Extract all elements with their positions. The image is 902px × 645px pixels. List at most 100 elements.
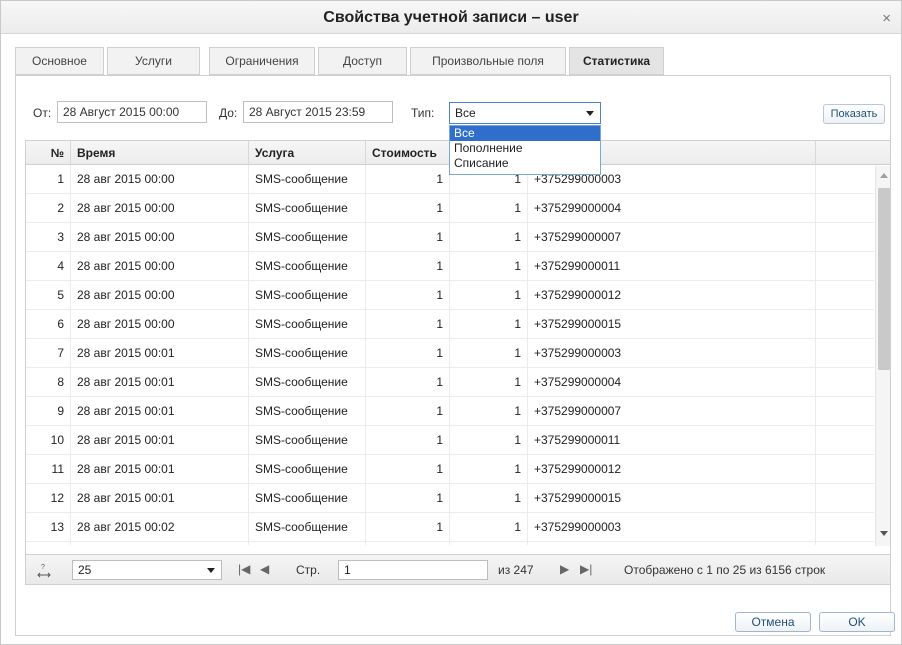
tab-services[interactable]: Услуги <box>107 47 200 75</box>
table-row[interactable]: 9 28 авг 2015 00:01 SMS-сообщение 1 1 +375299… <box>26 397 874 426</box>
cell-service: SMS-сообщение <box>249 252 366 281</box>
table-row[interactable]: 4 28 авг 2015 00:00 SMS-сообщение 1 1 +375299… <box>26 252 874 281</box>
cell-number: 9 <box>26 397 71 426</box>
close-icon[interactable]: × <box>882 10 891 27</box>
page-size-select[interactable]: 25 <box>72 560 222 580</box>
cell-service: SMS-сообщение <box>249 310 366 339</box>
column-time[interactable]: Время <box>71 141 249 165</box>
page-number-input[interactable]: 1 <box>338 560 488 580</box>
cell-time: 28 авг 2015 00:00 <box>71 310 249 339</box>
column-cost[interactable]: Стоимость <box>366 141 450 165</box>
table-body: 1 28 авг 2015 00:00 SMS-сообщение 1 1 +375299… <box>26 165 874 545</box>
cell-quantity: 1 <box>450 397 528 426</box>
ok-button[interactable]: OK <box>819 612 895 632</box>
table-row[interactable]: 13 28 авг 2015 00:02 SMS-сообщение 1 1 +37529… <box>26 513 874 542</box>
type-select[interactable]: Все <box>449 102 601 124</box>
tab-access[interactable]: Доступ <box>318 47 407 75</box>
cell-time: 28 авг 2015 00:00 <box>71 194 249 223</box>
cell-cost: 1 <box>366 484 450 513</box>
cancel-button[interactable]: Отмена <box>735 612 811 632</box>
cell-cost: 1 <box>366 455 450 484</box>
cell-quantity: 1 <box>450 455 528 484</box>
cell-details: +375299000004 <box>528 368 816 397</box>
statistics-table: № Время Услуга Стоимость 1 28 авг 2015 00… <box>25 140 891 560</box>
table-row[interactable]: 3 28 авг 2015 00:00 SMS-сообщение 1 1 +375299… <box>26 223 874 252</box>
cell-details: +375299000012 <box>528 281 816 310</box>
cell-number: 6 <box>26 310 71 339</box>
cell-details: +375299000007 <box>528 397 816 426</box>
table-row[interactable]: 8 28 авг 2015 00:01 SMS-сообщение 1 1 +375299… <box>26 368 874 397</box>
scroll-down-icon[interactable] <box>880 531 888 536</box>
table-row[interactable]: 12 28 авг 2015 00:01 SMS-сообщение 1 1 +37529… <box>26 484 874 513</box>
cell-time: 28 авг 2015 00:00 <box>71 281 249 310</box>
type-option-all[interactable]: Все <box>450 126 600 141</box>
vertical-scrollbar[interactable] <box>875 166 890 546</box>
cell-number: 14 <box>26 542 71 545</box>
cell-time: 28 авг 2015 00:00 <box>71 223 249 252</box>
cell-cost: 1 <box>366 426 450 455</box>
table-row[interactable]: 2 28 авг 2015 00:00 SMS-сообщение 1 1 +375299… <box>26 194 874 223</box>
tab-statistics[interactable]: Статистика <box>569 47 664 75</box>
dialog-title: Свойства учетной записи – user <box>323 9 579 26</box>
cell-time: 28 авг 2015 00:00 <box>71 252 249 281</box>
cell-quantity: 1 <box>450 252 528 281</box>
cell-number: 10 <box>26 426 71 455</box>
cell-service: SMS-сообщение <box>249 223 366 252</box>
cell-quantity: 1 <box>450 310 528 339</box>
scroll-thumb[interactable] <box>878 188 890 370</box>
table-row[interactable]: 1428 авг 2015 00:02SMS-сообщение11+37529… <box>26 542 874 545</box>
first-page-icon[interactable]: |◀ <box>238 562 250 576</box>
type-option-charge[interactable]: Списание <box>450 156 600 171</box>
last-page-icon[interactable]: ▶| <box>580 562 592 576</box>
cell-number: 3 <box>26 223 71 252</box>
page-count: из 247 <box>498 563 534 577</box>
table-row[interactable]: 6 28 авг 2015 00:00 SMS-сообщение 1 1 +375299… <box>26 310 874 339</box>
cell-cost: 1 <box>366 339 450 368</box>
cell-cost: 1 <box>366 542 450 545</box>
from-date-field[interactable]: 28 Август 2015 00:00 <box>57 101 207 123</box>
cell-quantity: 1 <box>450 484 528 513</box>
cell-cost: 1 <box>366 368 450 397</box>
cell-service: SMS-сообщение <box>249 484 366 513</box>
column-number[interactable]: № <box>26 141 71 165</box>
from-label: От: <box>33 106 52 120</box>
cell-cost: 1 <box>366 165 450 194</box>
table-row[interactable]: 5 28 авг 2015 00:00 SMS-сообщение 1 1 +375299… <box>26 281 874 310</box>
cell-details: +375299000007 <box>528 223 816 252</box>
pagination-bar: ? 25 |◀ ◀ Стр. 1 из 247 ▶ ▶| Отображено … <box>25 554 891 585</box>
prev-page-icon[interactable]: ◀ <box>260 562 269 576</box>
cell-cost: 1 <box>366 397 450 426</box>
rows-summary: Отображено с 1 по 25 из 6156 строк <box>624 563 826 577</box>
column-service[interactable]: Услуга <box>249 141 366 165</box>
show-button[interactable]: Показать <box>823 104 885 124</box>
cell-time: 28 авг 2015 00:01 <box>71 339 249 368</box>
next-page-icon[interactable]: ▶ <box>560 562 569 576</box>
cell-details: +375299000011 <box>528 426 816 455</box>
row-height-icon[interactable]: ? <box>36 563 52 579</box>
scroll-up-icon[interactable] <box>880 173 888 178</box>
tab-limits[interactable]: Ограничения <box>209 47 315 75</box>
title-bar: Свойства учетной записи – user × <box>1 1 901 34</box>
cell-details: +375299000012 <box>528 455 816 484</box>
chevron-down-icon <box>586 111 594 116</box>
table-row[interactable]: 11 28 авг 2015 00:01 SMS-сообщение 1 1 +37529… <box>26 455 874 484</box>
cell-number: 13 <box>26 513 71 542</box>
tab-general[interactable]: Основное <box>15 47 104 75</box>
cell-number: 4 <box>26 252 71 281</box>
cell-number: 2 <box>26 194 71 223</box>
to-label: До: <box>219 106 238 120</box>
table-row[interactable]: 10 28 авг 2015 00:01 SMS-сообщение 1 1 +37529… <box>26 426 874 455</box>
cell-details: +375299000003 <box>528 339 816 368</box>
table-row[interactable]: 7 28 авг 2015 00:01 SMS-сообщение 1 1 +375299… <box>26 339 874 368</box>
cell-service: SMS-сообщение <box>249 281 366 310</box>
tab-custom-fields[interactable]: Произвольные поля <box>410 47 566 75</box>
to-date-field[interactable]: 28 Август 2015 23:59 <box>243 101 393 123</box>
cell-number: 11 <box>26 455 71 484</box>
type-option-topup[interactable]: Пополнение <box>450 141 600 156</box>
cell-details: +375299000015 <box>528 484 816 513</box>
cell-service: SMS-сообщение <box>249 397 366 426</box>
column-extra <box>816 141 890 165</box>
cell-service: SMS-сообщение <box>249 542 366 545</box>
cell-cost: 1 <box>366 223 450 252</box>
cell-cost: 1 <box>366 252 450 281</box>
